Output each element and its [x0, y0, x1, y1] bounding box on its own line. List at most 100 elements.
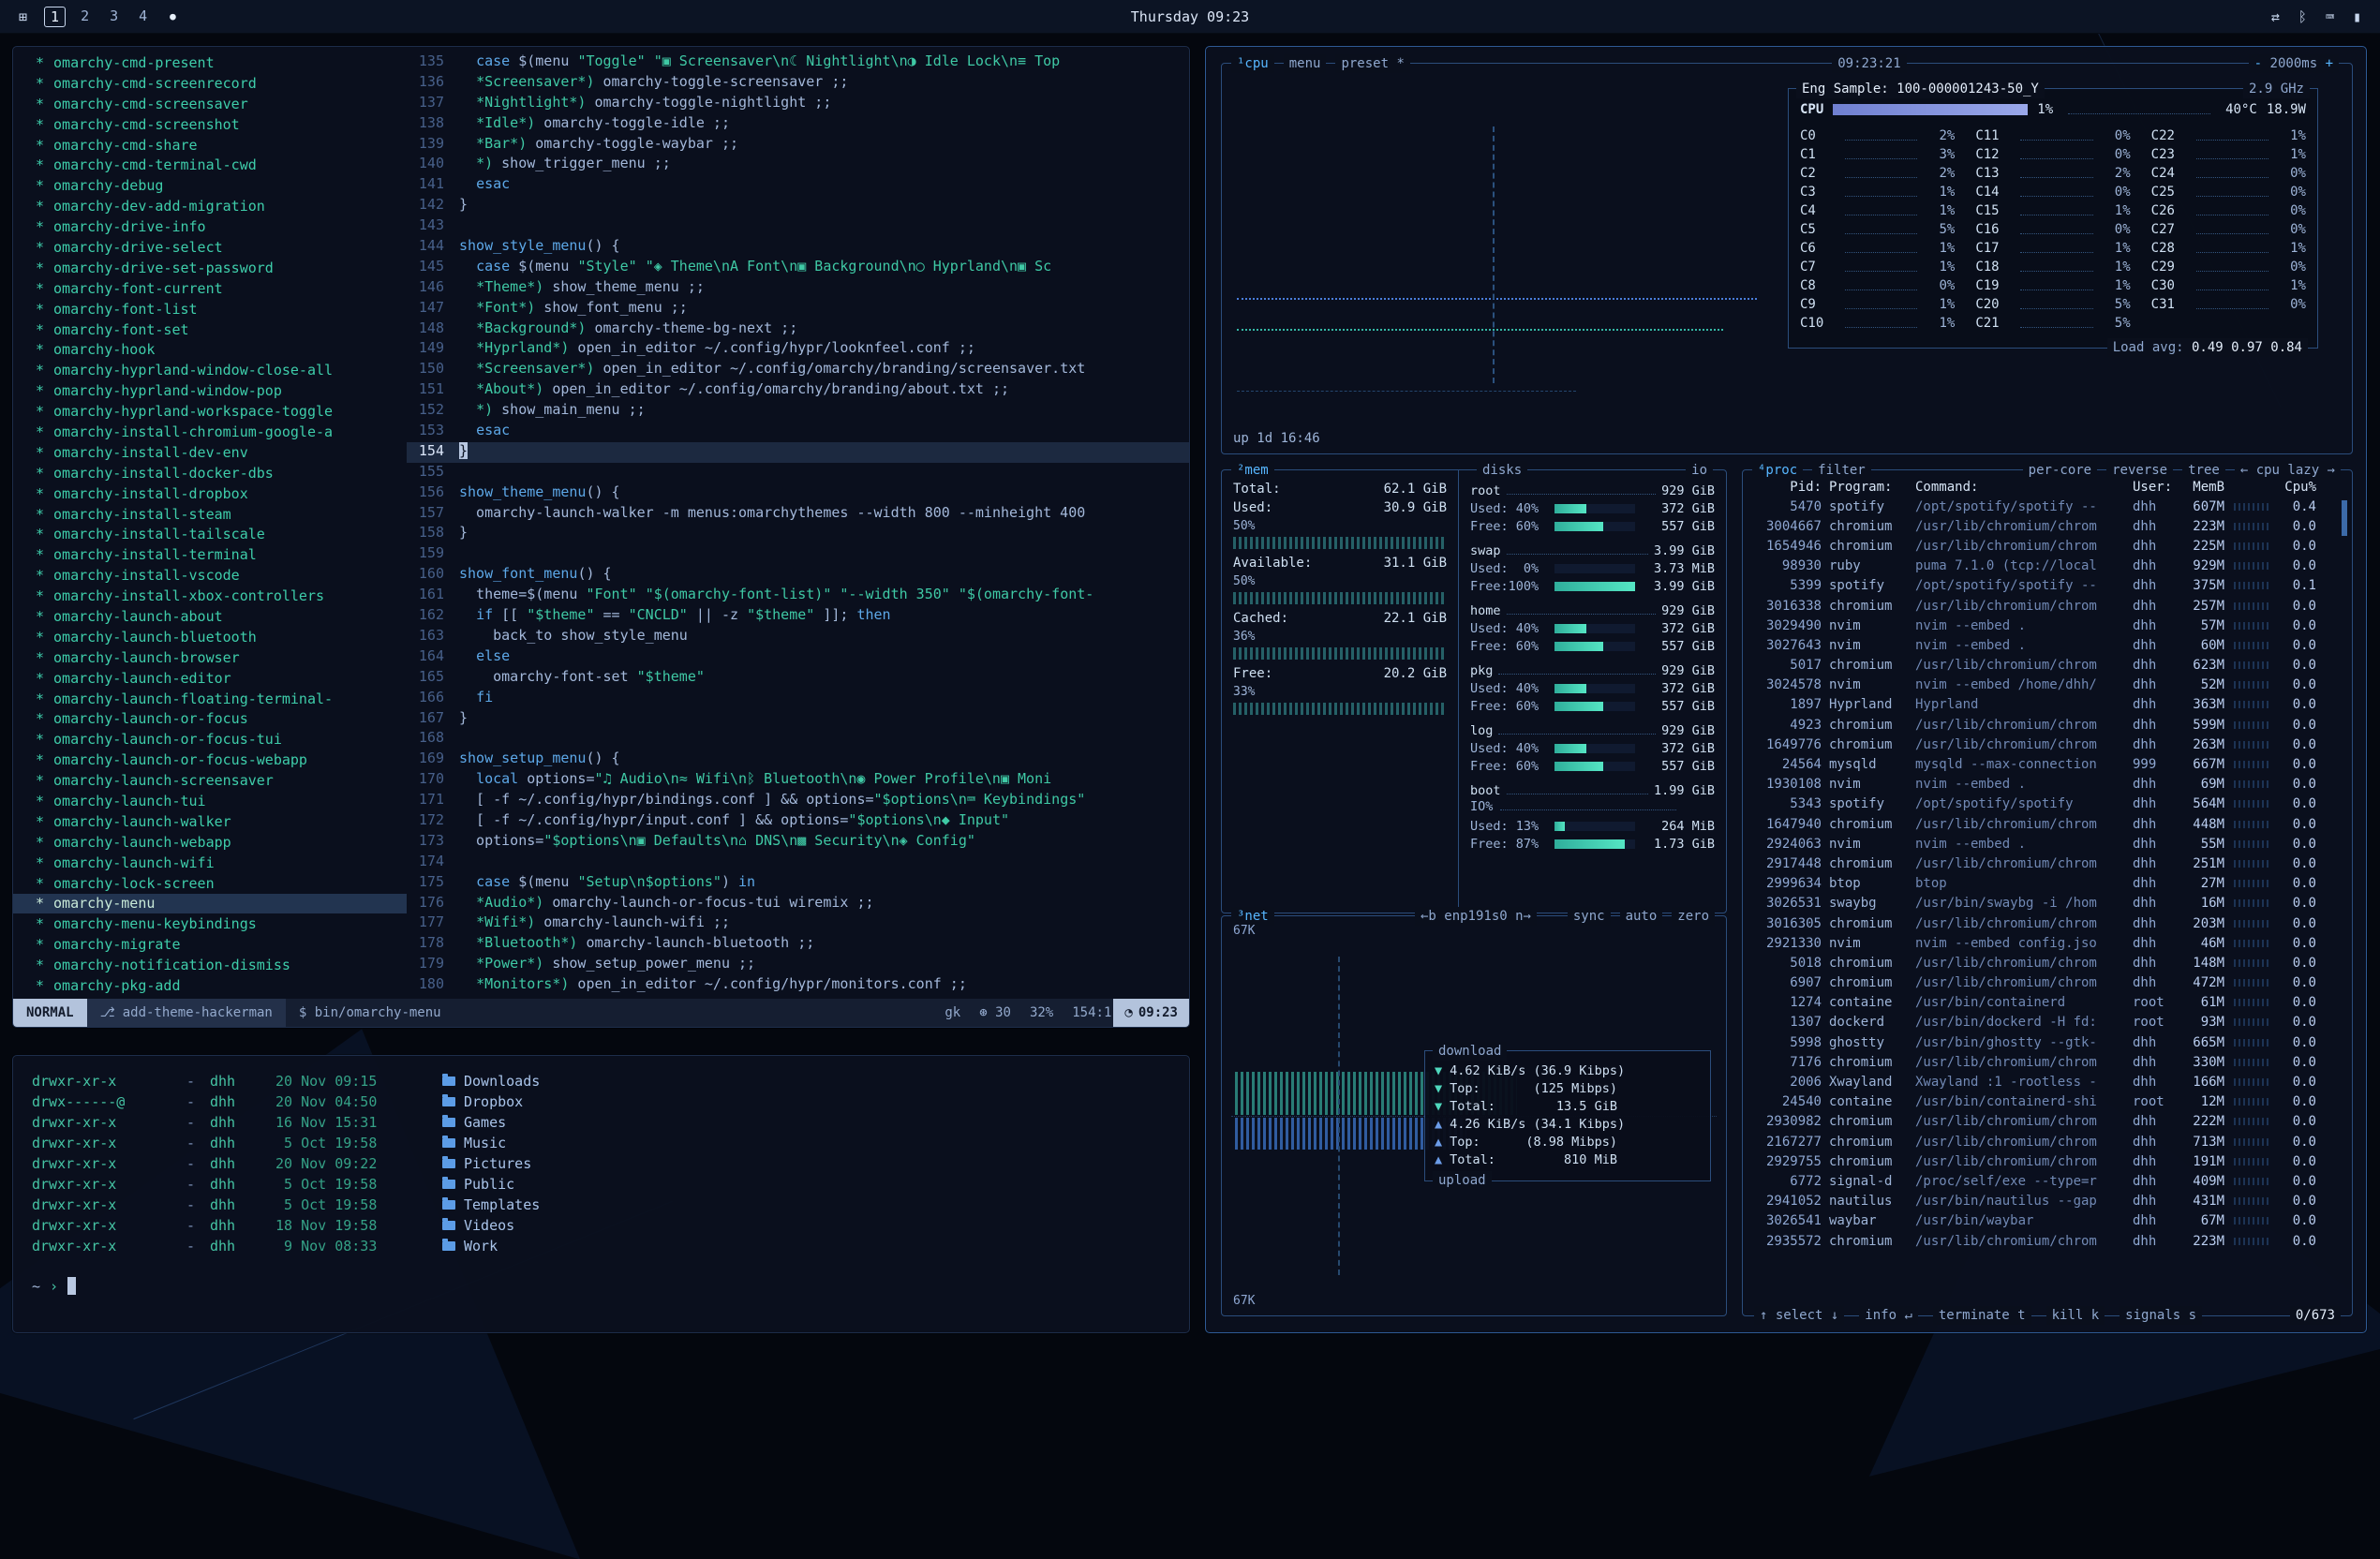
bluetooth-icon[interactable]: ᛒ [2298, 8, 2307, 25]
directory-name[interactable]: Work [464, 1238, 498, 1255]
code-line[interactable]: 151 *About*) open_in_editor ~/.config/om… [407, 380, 1189, 401]
file-row[interactable]: *omarchy-hyprland-window-close-all [13, 360, 407, 380]
code-line[interactable]: 170 local options="♫ Audio\n≈ Wifi\nᛒ Bl… [407, 770, 1189, 791]
code-line[interactable]: 137 *Nightlight*) omarchy-toggle-nightli… [407, 94, 1189, 114]
col-program[interactable]: Program: [1829, 480, 1915, 495]
code-line[interactable]: 180 *Monitors*) open_in_editor ~/.config… [407, 975, 1189, 996]
col-cpu[interactable]: Cpu% [2275, 480, 2316, 495]
process-row[interactable]: 2999634 btop btop dhh 27M 0.0 [1743, 874, 2352, 894]
process-row[interactable]: 3026541 waybar /usr/bin/waybar dhh 67M 0… [1743, 1211, 2352, 1231]
file-row[interactable]: *omarchy-install-dropbox [13, 483, 407, 504]
process-row[interactable]: 5998 ghostty /usr/bin/ghostty --gtk- dhh… [1743, 1032, 2352, 1052]
code-line[interactable]: 176 *Audio*) omarchy-launch-or-focus-tui… [407, 894, 1189, 914]
directory-name[interactable]: Videos [464, 1217, 514, 1234]
process-row[interactable]: 2167277 chromium /usr/lib/chromium/chrom… [1743, 1132, 2352, 1151]
file-row[interactable]: *omarchy-launch-editor [13, 668, 407, 689]
process-row[interactable]: 2917448 chromium /usr/lib/chromium/chrom… [1743, 854, 2352, 873]
file-row[interactable]: *omarchy-migrate [13, 934, 407, 955]
file-row[interactable]: *omarchy-menu-keybindings [13, 913, 407, 934]
process-row[interactable]: 2930982 chromium /usr/lib/chromium/chrom… [1743, 1112, 2352, 1132]
process-row[interactable]: 2929755 chromium /usr/lib/chromium/chrom… [1743, 1151, 2352, 1171]
file-row[interactable]: *omarchy-debug [13, 175, 407, 196]
file-row[interactable]: *omarchy-launch-about [13, 606, 407, 627]
process-action-button[interactable]: terminate t [1933, 1306, 2031, 1325]
workspace[interactable]: 4 [133, 7, 153, 27]
process-row[interactable]: 3029490 nvim nvim --embed . dhh 57M 0.0 [1743, 616, 2352, 635]
file-row[interactable]: *omarchy-install-xbox-controllers [13, 586, 407, 606]
code-line[interactable]: 140 *) show_trigger_menu ;; [407, 155, 1189, 175]
file-row[interactable]: *omarchy-launch-tui [13, 791, 407, 811]
file-row[interactable]: *omarchy-launch-browser [13, 647, 407, 668]
file-row[interactable]: *omarchy-install-terminal [13, 544, 407, 565]
code-line[interactable]: 145 case $(menu "Style" "◈ Theme\nA Font… [407, 258, 1189, 278]
file-row[interactable]: *omarchy-install-docker-dbs [13, 463, 407, 483]
file-row[interactable]: *omarchy-launch-wifi [13, 853, 407, 873]
code-line[interactable]: 146 *Theme*) show_theme_menu ;; [407, 278, 1189, 299]
process-row[interactable]: 3024578 nvim nvim --embed /home/dhh/ dhh… [1743, 676, 2352, 695]
code-line[interactable]: 159 [407, 544, 1189, 565]
code-line[interactable]: 174 [407, 853, 1189, 873]
code-line[interactable]: 148 *Background*) omarchy-theme-bg-next … [407, 319, 1189, 340]
process-row[interactable]: 1649776 chromium /usr/lib/chromium/chrom… [1743, 735, 2352, 754]
code-line[interactable]: 171 [ -f ~/.config/hypr/bindings.conf ] … [407, 791, 1189, 811]
process-row[interactable]: 6907 chromium /usr/lib/chromium/chrom dh… [1743, 973, 2352, 993]
code-line[interactable]: 166 fi [407, 689, 1189, 709]
code-line[interactable]: 149 *Hyprland*) open_in_editor ~/.config… [407, 339, 1189, 360]
file-row[interactable]: *omarchy-cmd-screenshot [13, 114, 407, 135]
network-arrows-icon[interactable]: ⇄ [2271, 8, 2280, 25]
tab-disks[interactable]: disks [1477, 461, 1527, 480]
col-command[interactable]: Command: [1915, 480, 2133, 495]
directory-name[interactable]: Dropbox [464, 1093, 523, 1110]
code-line[interactable]: 156show_theme_menu() { [407, 483, 1189, 504]
file-row[interactable]: *omarchy-launch-or-focus [13, 709, 407, 730]
code-line[interactable]: 172 [ -f ~/.config/hypr/input.conf ] && … [407, 811, 1189, 832]
process-row[interactable]: 4923 chromium /usr/lib/chromium/chrom dh… [1743, 715, 2352, 735]
code-line[interactable]: 147 *Font*) show_font_menu ;; [407, 299, 1189, 319]
process-row[interactable]: 2921330 nvim nvim --embed config.jso dhh… [1743, 933, 2352, 953]
code-line[interactable]: 162 if [[ "$theme" == "CNCLD" || -z "$th… [407, 606, 1189, 627]
process-row[interactable]: 3026531 swaybg /usr/bin/swaybg -i /hom d… [1743, 894, 2352, 913]
file-row[interactable]: *omarchy-pkg-add [13, 975, 407, 996]
file-row[interactable]: *omarchy-cmd-terminal-cwd [13, 155, 407, 175]
file-row[interactable]: *omarchy-install-chromium-google-a [13, 422, 407, 442]
directory-name[interactable]: Downloads [464, 1073, 540, 1090]
update-interval-control[interactable]: - 2000ms + [2249, 54, 2339, 73]
sort-selector[interactable]: ← cpu lazy → [2235, 461, 2341, 480]
process-action-button[interactable]: info ↵ [1859, 1306, 1918, 1325]
code-line[interactable]: 163 back_to show_style_menu [407, 627, 1189, 647]
battery-icon[interactable]: ▮ [2353, 8, 2361, 25]
process-action-button[interactable]: ↑ select ↓ [1754, 1306, 1844, 1325]
code-line[interactable]: 179 *Power*) show_setup_power_menu ;; [407, 955, 1189, 975]
code-line[interactable]: 143 [407, 216, 1189, 237]
workspace[interactable]: 1 [44, 7, 66, 27]
file-row[interactable]: *omarchy-font-set [13, 319, 407, 340]
file-row[interactable]: *omarchy-launch-walker [13, 811, 407, 832]
code-line[interactable]: 167} [407, 709, 1189, 730]
code-line[interactable]: 136 *Screensaver*) omarchy-toggle-screen… [407, 73, 1189, 94]
code-line[interactable]: 168 [407, 729, 1189, 750]
net-interface-selector[interactable]: ←b enp191s0 n→ [1415, 907, 1537, 926]
file-row[interactable]: *omarchy-launch-or-focus-tui [13, 729, 407, 750]
clock-date[interactable]: Thursday 09:23 [1131, 8, 1249, 25]
code-line[interactable]: 157 omarchy-launch-walker -m menus:omarc… [407, 504, 1189, 525]
file-row[interactable]: *omarchy-cmd-present [13, 52, 407, 73]
file-row[interactable]: *omarchy-launch-screensaver [13, 770, 407, 791]
process-row[interactable]: 1897 Hyprland Hyprland dhh 363M 0.0 [1743, 695, 2352, 715]
code-line[interactable]: 141 esac [407, 175, 1189, 196]
process-row[interactable]: 5018 chromium /usr/lib/chromium/chrom dh… [1743, 953, 2352, 973]
process-row[interactable]: 2941052 nautilus /usr/bin/nautilus --gap… [1743, 1192, 2352, 1211]
file-row[interactable]: *omarchy-hyprland-window-pop [13, 380, 407, 401]
file-row[interactable]: *omarchy-font-list [13, 299, 407, 319]
file-row[interactable]: *omarchy-drive-set-password [13, 258, 407, 278]
tab-mem[interactable]: ²mem [1231, 461, 1274, 480]
process-row[interactable]: 2924063 nvim nvim --embed . dhh 55M 0.0 [1743, 834, 2352, 854]
directory-name[interactable]: Music [464, 1135, 506, 1151]
process-row[interactable]: 24540 containe /usr/bin/containerd-shi r… [1743, 1092, 2352, 1112]
code-line[interactable]: 155 [407, 463, 1189, 483]
process-row[interactable]: 5470 spotify /opt/spotify/spotify -- dhh… [1743, 497, 2352, 516]
code-line[interactable]: 177 *Wifi*) omarchy-launch-wifi ;; [407, 913, 1189, 934]
code-line[interactable]: 175 case $(menu "Setup\n$options") in [407, 873, 1189, 894]
filter-button[interactable]: filter [1812, 461, 1871, 480]
tab-cpu[interactable]: ¹cpu [1231, 54, 1274, 73]
per-core-button[interactable]: per-core [2023, 461, 2097, 480]
